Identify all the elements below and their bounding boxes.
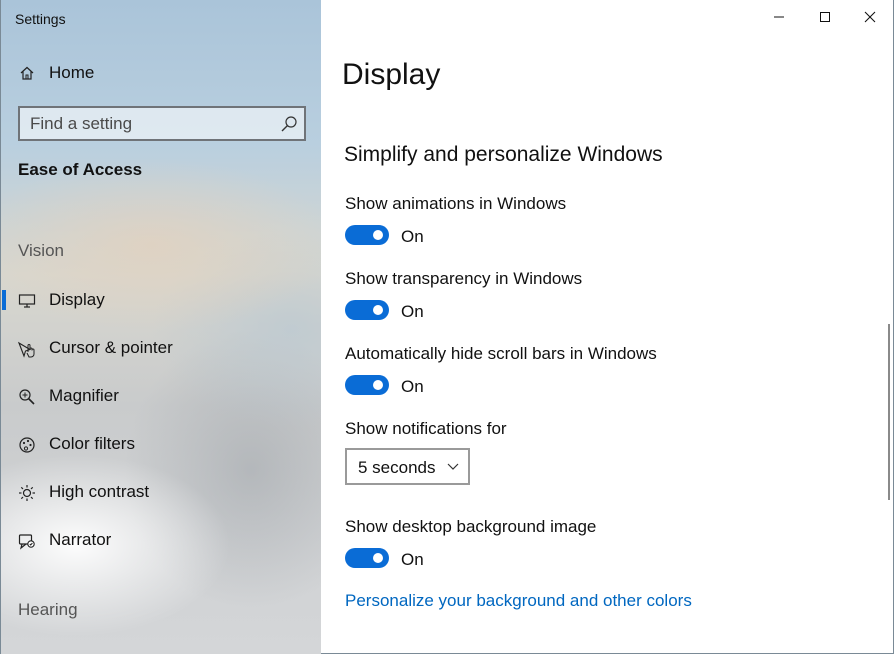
main-content: Display Simplify and personalize Windows… — [321, 0, 894, 654]
toggle-knob — [373, 380, 383, 390]
group-label-hearing: Hearing — [18, 600, 78, 619]
toggle-knob — [373, 553, 383, 563]
high-contrast-icon — [19, 485, 35, 501]
magnifier-icon — [19, 389, 35, 405]
maximize-icon — [820, 12, 830, 22]
sidebar-item-display[interactable]: Display — [1, 280, 321, 320]
transparency-label: Show transparency in Windows — [345, 269, 583, 288]
sidebar-item-label: Color filters — [49, 434, 135, 453]
minimize-icon — [774, 16, 784, 18]
scrollbar[interactable] — [888, 324, 890, 500]
color-filters-icon — [19, 437, 35, 453]
search-icon[interactable] — [280, 115, 298, 133]
background-image-toggle[interactable] — [345, 548, 389, 568]
section-subtitle: Simplify and personalize Windows — [344, 143, 663, 166]
toggle-knob — [373, 230, 383, 240]
transparency-state: On — [401, 302, 424, 321]
toggle-knob — [373, 305, 383, 315]
scrollbars-state: On — [401, 377, 424, 396]
sidebar-item-narrator[interactable]: Narrator — [1, 520, 321, 560]
sidebar-item-label: Cursor & pointer — [49, 338, 173, 357]
animations-toggle[interactable] — [345, 225, 389, 245]
sidebar-item-label: High contrast — [49, 482, 150, 501]
home-nav-item[interactable]: Home — [1, 56, 321, 90]
sidebar-item-magnifier[interactable]: Magnifier — [1, 376, 321, 416]
chevron-down-icon — [447, 463, 459, 470]
sidebar-item-color-filters[interactable]: Color filters — [1, 424, 321, 464]
maximize-button[interactable] — [802, 0, 848, 34]
home-label: Home — [49, 63, 95, 82]
animations-label: Show animations in Windows — [345, 194, 567, 213]
sidebar-item-label: Magnifier — [49, 386, 119, 405]
search-input[interactable] — [20, 108, 304, 139]
sidebar-item-high-contrast[interactable]: High contrast — [1, 472, 321, 512]
home-icon — [20, 66, 34, 80]
sidebar-item-cursor-pointer[interactable]: Cursor & pointer — [1, 328, 321, 368]
scrollbars-label: Automatically hide scroll bars in Window… — [345, 344, 657, 363]
background-image-state: On — [401, 550, 424, 569]
close-button[interactable] — [847, 0, 893, 34]
sidebar-item-label: Narrator — [49, 530, 112, 549]
search-box[interactable] — [18, 106, 306, 141]
section-heading: Ease of Access — [18, 160, 143, 179]
monitor-icon — [18, 294, 36, 308]
personalize-link[interactable]: Personalize your background and other co… — [345, 591, 692, 611]
narrator-icon — [18, 534, 35, 550]
animations-state: On — [401, 227, 424, 246]
notifications-label: Show notifications for — [345, 419, 507, 438]
sidebar-item-label: Display — [49, 290, 105, 309]
group-label-vision: Vision — [18, 241, 64, 260]
cursor-pointer-icon — [18, 341, 35, 358]
window-title: Settings — [15, 11, 66, 27]
notifications-value: 5 seconds — [358, 458, 436, 477]
close-icon — [864, 11, 876, 23]
sidebar: Settings Home Ease of Access Vision Disp… — [0, 0, 321, 654]
scrollbars-toggle[interactable] — [345, 375, 389, 395]
page-title: Display — [342, 58, 441, 91]
notifications-dropdown[interactable]: 5 seconds — [345, 448, 470, 485]
transparency-toggle[interactable] — [345, 300, 389, 320]
selection-indicator — [2, 290, 6, 310]
background-image-label: Show desktop background image — [345, 517, 597, 536]
minimize-button[interactable] — [756, 0, 802, 34]
